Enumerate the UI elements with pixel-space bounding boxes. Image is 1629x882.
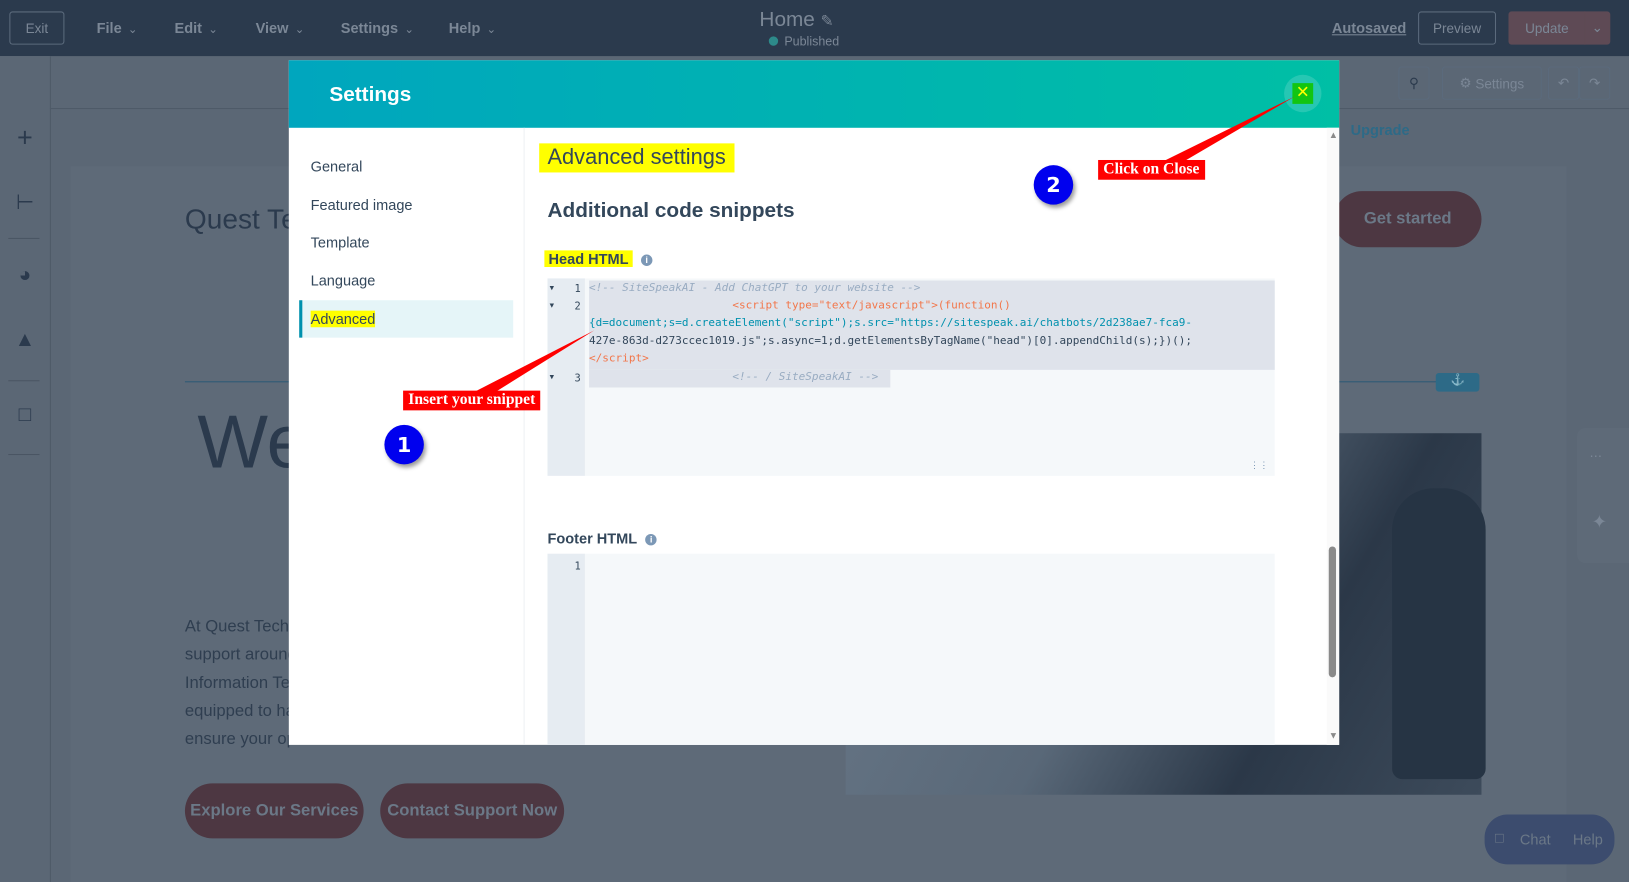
step-1-badge: 1 xyxy=(384,424,424,465)
click-close-callout: Click on Close xyxy=(1098,159,1205,180)
annotation-arrows xyxy=(472,96,1295,399)
arrow-to-snippet xyxy=(472,330,595,399)
app-root: Exit File ⌄ Edit ⌄ View ⌄ Settings ⌄ Help ⌄ H… xyxy=(0,0,1629,882)
insert-snippet-callout: Insert your snippet xyxy=(403,390,541,411)
step-2-badge: 2 xyxy=(1033,165,1074,205)
